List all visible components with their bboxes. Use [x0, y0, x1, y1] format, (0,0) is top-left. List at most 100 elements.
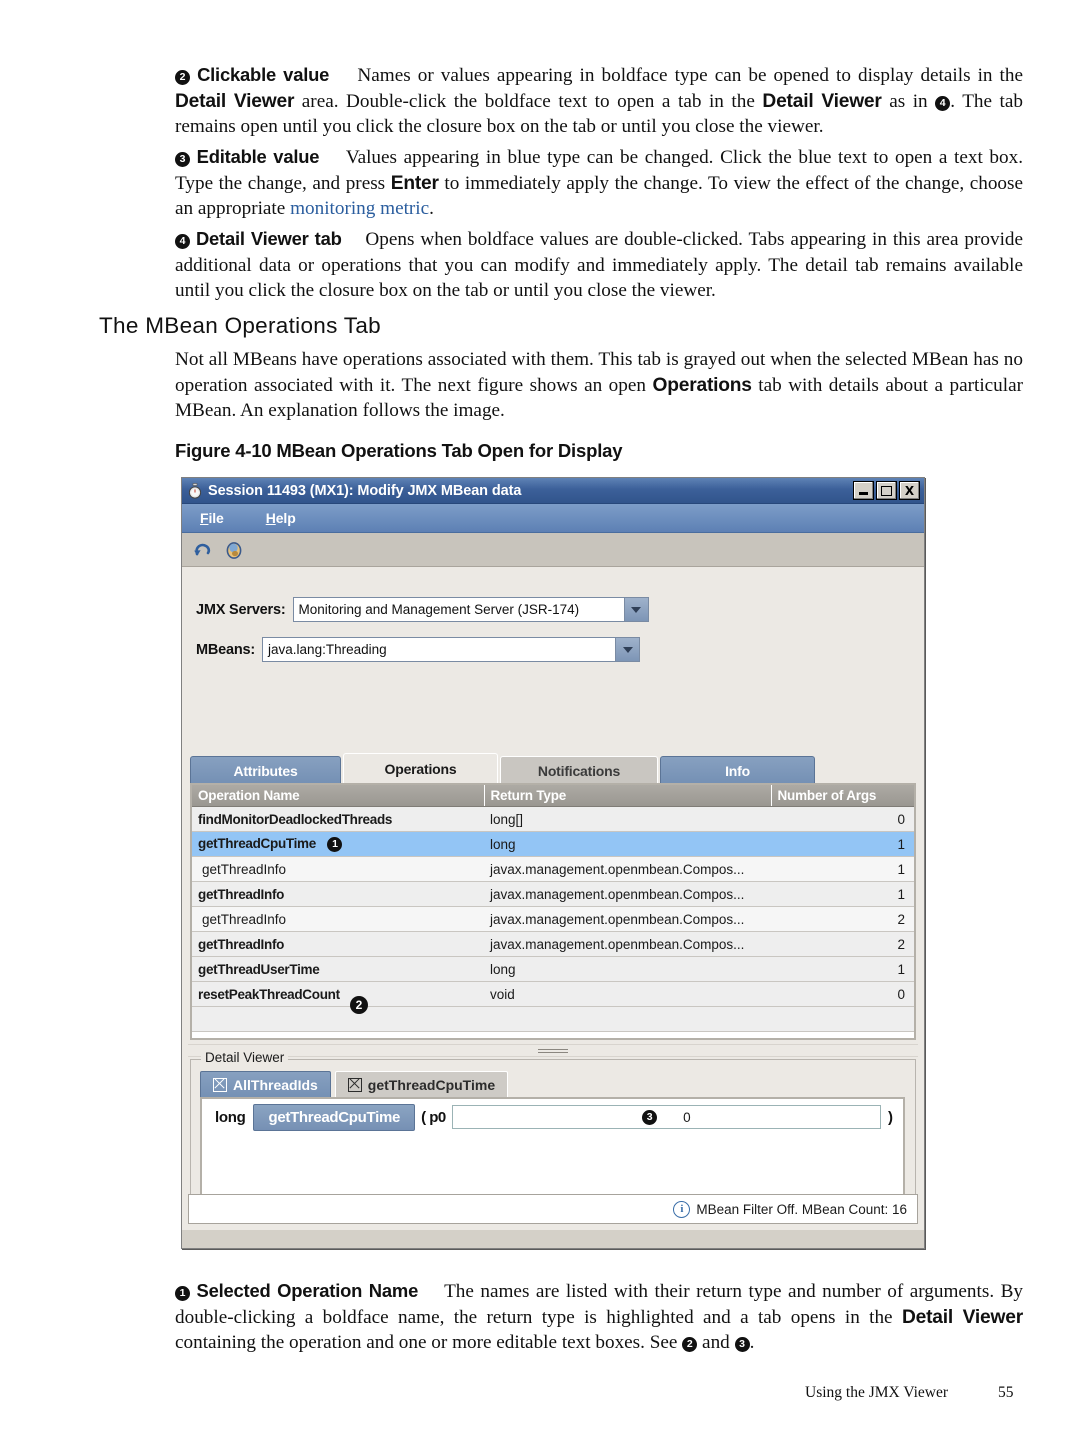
detail-tab-getthreadcputime[interactable]: getThreadCpuTime [334, 1071, 509, 1098]
window-titlebar[interactable]: Session 11493 (MX1): Modify JMX MBean da… [182, 478, 924, 504]
maximize-button[interactable] [876, 481, 897, 500]
callout-marker-4: 4 [175, 234, 190, 250]
menu-item-file[interactable]: File [200, 510, 224, 526]
tab-attributes[interactable]: Attributes [190, 756, 341, 784]
jmx-servers-label: JMX Servers: [196, 601, 286, 618]
mbeans-row: MBeans: java.lang:Threading [196, 637, 641, 662]
tab-info[interactable]: Info [660, 756, 815, 784]
close-icon[interactable] [347, 1078, 362, 1092]
table-row[interactable]: getThreadUserTime long 1 [192, 956, 914, 982]
callout-marker-1: 1 [175, 1286, 190, 1302]
cell-operation-name: resetPeakThreadCount [192, 981, 484, 1007]
cell-operation-name: findMonitorDeadlockedThreads [192, 806, 484, 832]
paragraph-editable-value: 3 Editable value Values appearing in blu… [175, 146, 1024, 220]
operations-table: Operation Name Return Type Number of Arg… [192, 785, 914, 1032]
cell-operation-name: getThreadInfo [192, 881, 484, 907]
cell-args: 1 [771, 956, 914, 982]
paragraph-clickable-value: 2 Clickable value Names or values appear… [175, 64, 1024, 138]
cell-return-type: javax.management.openmbean.Compos... [484, 881, 771, 907]
footer-label: Using the JMX Viewer [805, 1384, 949, 1401]
tab-operations[interactable]: Operations [343, 753, 498, 784]
signature-return-type: long [215, 1108, 246, 1126]
table-row[interactable]: getThreadInfo javax.management.openmbean… [192, 881, 914, 907]
palette-icon[interactable] [221, 537, 247, 563]
window-toolbar [182, 533, 924, 567]
cell-operation-name: getThreadInfo [192, 906, 484, 932]
operation-signature-row: long getThreadCpuTime ( p0 3 0 ) [205, 1102, 900, 1132]
signature-operation-button[interactable]: getThreadCpuTime [253, 1103, 416, 1131]
monitoring-metric-link[interactable]: monitoring metric [290, 198, 429, 219]
column-header-number-of-args[interactable]: Number of Args [771, 785, 914, 807]
cell-args: 1 [771, 831, 914, 857]
paragraph-selected-operation-name: 1 Selected Operation Name The names are … [175, 1280, 1024, 1354]
table-row-selected[interactable]: getThreadCpuTime 1 long 1 [192, 831, 914, 857]
close-icon[interactable] [213, 1078, 227, 1092]
mbeans-value[interactable]: java.lang:Threading [262, 637, 616, 662]
paragraph-detail-viewer-tab: 4 Detail Viewer tab Opens when boldface … [175, 228, 1024, 302]
mbean-tabstrip: Attributes Operations Notifications Info [190, 753, 916, 784]
cell-return-type: long [484, 831, 771, 857]
cell-args: 0 [771, 806, 914, 832]
table-row[interactable]: getThreadInfo javax.management.openmbean… [192, 931, 914, 957]
menu-item-help[interactable]: Help [266, 510, 296, 526]
window-menubar: File Help [182, 504, 924, 533]
table-row[interactable]: getThreadInfo javax.management.openmbean… [192, 856, 914, 882]
parameter-p0-value: 0 [683, 1109, 691, 1125]
cell-return-type: long [484, 956, 771, 982]
callout-marker-2: 2 [175, 70, 190, 86]
jmx-servers-row: JMX Servers: Monitoring and Management S… [196, 597, 649, 622]
cell-operation-name: getThreadCpuTime 1 [192, 831, 484, 857]
close-icon: X [904, 483, 915, 498]
cell-args: 1 [771, 856, 914, 882]
detail-tab-allthreadids[interactable]: AllThreadIds [200, 1071, 331, 1098]
section-heading: The MBean Operations Tab [99, 313, 381, 338]
cell-args: 0 [771, 981, 914, 1007]
window-title: Session 11493 (MX1): Modify JMX MBean da… [208, 482, 522, 499]
detail-viewer-legend: Detail Viewer [201, 1050, 289, 1065]
chevron-down-icon[interactable] [615, 637, 641, 662]
close-button[interactable]: X [899, 481, 920, 500]
splitter-handle[interactable] [188, 1044, 918, 1057]
detail-viewer-tabstrip: AllThreadIds getThreadCpuTime [200, 1071, 509, 1098]
callout-ref-2: 2 [682, 1337, 698, 1353]
column-header-return-type[interactable]: Return Type [484, 785, 772, 807]
chevron-down-icon[interactable] [623, 597, 649, 622]
parameter-p0-input[interactable]: 3 0 [451, 1105, 881, 1129]
table-row[interactable]: resetPeakThreadCount void 0 [192, 981, 914, 1007]
document-page: 2 Clickable value Names or values appear… [0, 0, 1080, 1438]
tab-notifications[interactable]: Notifications [500, 756, 658, 784]
callout-marker-2-overlay: 2 [350, 996, 368, 1014]
cell-args: 2 [771, 931, 914, 957]
cell-args: 2 [771, 906, 914, 932]
window-controls: X [853, 481, 920, 500]
splitter-grip-icon [538, 1047, 568, 1055]
paragraph-lead-detailtab: Detail Viewer tab [195, 228, 342, 249]
operations-table-container[interactable]: Operation Name Return Type Number of Arg… [190, 783, 916, 1040]
cell-operation-name: getThreadUserTime [192, 956, 484, 982]
undo-arrow-icon[interactable] [190, 537, 216, 563]
cell-empty [192, 1006, 484, 1032]
table-row[interactable]: getThreadInfo javax.management.openmbean… [192, 906, 914, 932]
figure-caption: Figure 4-10 MBean Operations Tab Open fo… [175, 440, 623, 461]
callout-ref-3: 3 [734, 1337, 750, 1353]
cell-empty [484, 1006, 771, 1032]
stopwatch-icon [187, 482, 203, 499]
cell-empty [771, 1006, 914, 1032]
table-row[interactable]: findMonitorDeadlockedThreads long[] 0 [192, 806, 914, 832]
section-body-text: Not all MBeans have operations associate… [175, 349, 1023, 422]
cell-return-type: javax.management.openmbean.Compos... [484, 906, 771, 932]
column-header-operation-name[interactable]: Operation Name [192, 785, 485, 807]
minimize-button[interactable] [853, 481, 874, 500]
status-bar: i MBean Filter Off. MBean Count: 16 [188, 1194, 918, 1224]
cell-return-type: javax.management.openmbean.Compos... [484, 931, 771, 957]
cell-return-type: void [484, 981, 771, 1007]
jmx-servers-value[interactable]: Monitoring and Management Server (JSR-17… [292, 597, 624, 622]
cell-args: 1 [771, 881, 914, 907]
jmx-servers-combo[interactable]: Monitoring and Management Server (JSR-17… [292, 597, 649, 622]
signature-close-paren: ) [888, 1108, 893, 1126]
table-empty-row [192, 1006, 914, 1032]
signature-open-paren: ( p0 [421, 1108, 446, 1126]
mbeans-combo[interactable]: java.lang:Threading [262, 637, 641, 662]
table-header-row: Operation Name Return Type Number of Arg… [192, 785, 914, 807]
detail-tab-label: AllThreadIds [233, 1077, 318, 1093]
